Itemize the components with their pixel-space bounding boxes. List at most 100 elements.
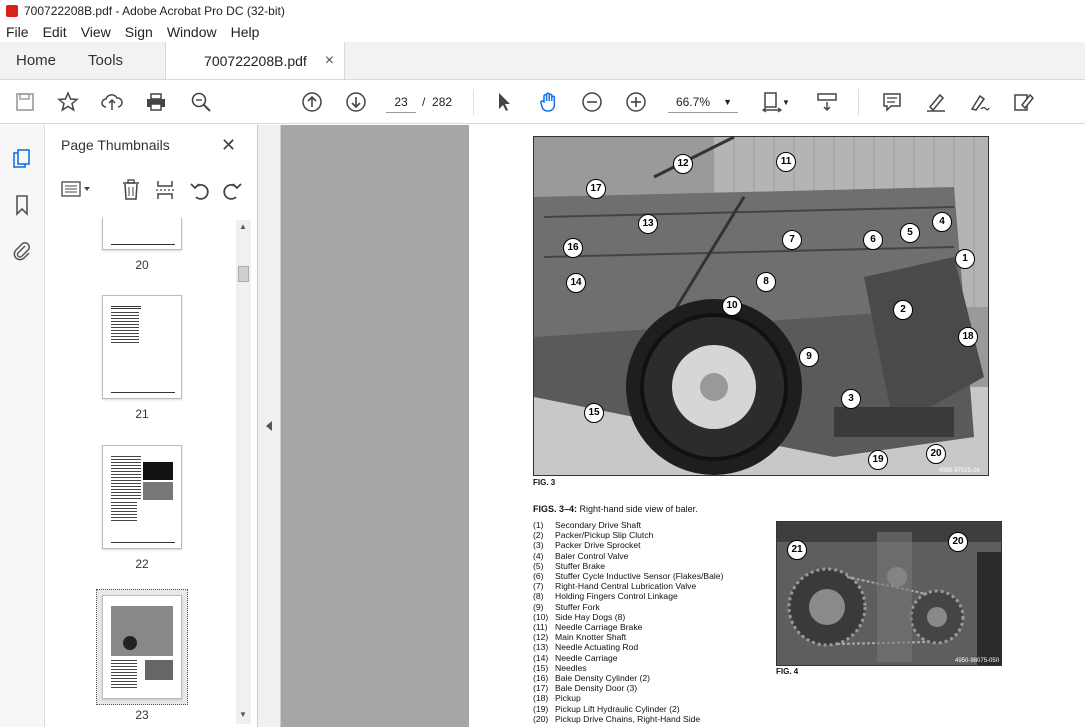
page-thumbnail-23[interactable]: [102, 595, 182, 699]
toolbar-divider: [473, 89, 474, 115]
scroll-up-icon[interactable]: ▲: [239, 222, 247, 231]
callout-11: 11: [776, 152, 796, 172]
tab-home[interactable]: Home: [0, 42, 72, 79]
tab-close-button[interactable]: ×: [325, 52, 334, 70]
figure-4-label: FIG. 4: [776, 667, 799, 676]
callout-9: 9: [799, 347, 819, 367]
tab-bar: Home Tools 700722208B.pdf ×: [0, 42, 1085, 80]
page-thumbnail-22[interactable]: [102, 445, 182, 549]
legend-number: (12): [533, 632, 549, 643]
menu-file[interactable]: File: [6, 24, 29, 40]
callout-18: 18: [958, 327, 978, 347]
scroll-mode-icon[interactable]: [815, 90, 839, 114]
thumbnail-label: 22: [135, 557, 149, 571]
sign-pen-icon[interactable]: [967, 90, 991, 114]
window-title: 700722208B.pdf - Adobe Acrobat Pro DC (3…: [24, 4, 285, 18]
highlight-pen-icon[interactable]: [924, 90, 948, 114]
callout-12: 12: [673, 154, 693, 174]
close-panel-button[interactable]: ✕: [221, 135, 236, 156]
legend-number: (15): [533, 662, 549, 673]
select-cursor-icon[interactable]: [492, 90, 516, 114]
legend-row: (8) Holding Fingers Control Linkage: [533, 591, 723, 601]
legend-text: Secondary Drive Shaft: [555, 520, 641, 530]
thumbnails-scrollbar[interactable]: ▲ ▼: [236, 220, 251, 724]
page-total: / 282: [422, 91, 452, 113]
legend-row: (3) Packer Drive Sprocket: [533, 540, 723, 550]
menu-edit[interactable]: Edit: [43, 24, 67, 40]
scrollbar-thumb[interactable]: [238, 266, 249, 282]
legend-number: (19): [533, 703, 549, 714]
drive-chain-photo-image: [777, 522, 1001, 665]
fit-page-dropdown-icon[interactable]: ▼: [780, 90, 792, 114]
tab-document-label: 700722208B.pdf: [204, 52, 307, 69]
caption-text: Right-hand side view of baler.: [577, 504, 698, 514]
toolbar-divider: [858, 89, 859, 115]
bookmarks-icon[interactable]: [10, 193, 34, 217]
bookmark-star-icon[interactable]: [56, 90, 80, 114]
legend-row: (12) Main Knotter Shaft: [533, 632, 723, 642]
legend-text: Holding Fingers Control Linkage: [555, 591, 678, 602]
print-icon[interactable]: [144, 90, 168, 114]
zoom-in-icon[interactable]: [624, 90, 648, 114]
legend-row: (18) Pickup: [533, 693, 723, 703]
rotate-left-icon[interactable]: [189, 179, 211, 204]
previous-page-icon[interactable]: [300, 90, 324, 114]
document-viewport[interactable]: 12 11 17 13 4 5 6 7 16 1 14 8 10 2 18 9 …: [281, 125, 1085, 727]
legend-text: Stuffer Cycle Inductive Sensor (Flakes/B…: [555, 571, 724, 582]
legend-number: (11): [533, 622, 548, 633]
menu-help[interactable]: Help: [231, 24, 260, 40]
page-thumbnail-20[interactable]: [102, 218, 182, 250]
legend-row: (19) Pickup Lift Hydraulic Cylinder (2): [533, 704, 723, 714]
page-separator: /: [422, 95, 426, 109]
collapse-arrow-icon[interactable]: [266, 421, 272, 431]
legend-row: (10) Side Hay Dogs (8): [533, 612, 723, 622]
tab-tools[interactable]: Tools: [72, 42, 139, 79]
page-thumbnail-21[interactable]: [102, 295, 182, 399]
next-page-icon[interactable]: [344, 90, 368, 114]
legend-text: Pickup Lift Hydraulic Cylinder (2): [555, 703, 680, 714]
thumbnail-label: 21: [135, 407, 149, 421]
callout-16: 16: [563, 238, 583, 258]
callout-4: 4: [932, 212, 952, 232]
page-number-input[interactable]: 23: [386, 91, 416, 113]
legend-number: (7): [533, 581, 544, 592]
hand-tool-icon[interactable]: [537, 90, 561, 114]
legend-text: Needle Carriage Brake: [555, 622, 643, 633]
delete-page-icon[interactable]: [121, 179, 141, 204]
search-zoom-icon[interactable]: [189, 90, 213, 114]
callout-20-fig4: 20: [948, 532, 968, 552]
zoom-out-icon[interactable]: [580, 90, 604, 114]
legend-text: Needles: [555, 662, 587, 673]
zoom-level-select[interactable]: 66.7% ▼: [668, 91, 738, 113]
legend-number: (6): [533, 571, 544, 582]
menu-view[interactable]: View: [81, 24, 111, 40]
zoom-level-value: 66.7%: [676, 95, 711, 109]
scroll-down-icon[interactable]: ▼: [239, 710, 247, 719]
save-icon[interactable]: [13, 90, 37, 114]
panel-collapse-strip[interactable]: [258, 125, 281, 727]
legend-text: Side Hay Dogs (8): [555, 611, 626, 622]
comment-icon[interactable]: [880, 90, 904, 114]
menu-window[interactable]: Window: [167, 24, 217, 40]
legend-number: (8): [533, 591, 544, 602]
rotate-right-icon[interactable]: [221, 179, 243, 204]
legend-number: (18): [533, 693, 549, 704]
parts-legend: (1) Secondary Drive Shaft (2) Packer/Pickup…: [533, 520, 723, 724]
thumbnail-options-icon[interactable]: [61, 181, 93, 200]
upload-cloud-icon[interactable]: [100, 90, 124, 114]
tab-document[interactable]: 700722208B.pdf ×: [165, 42, 346, 79]
pdf-page: 12 11 17 13 4 5 6 7 16 1 14 8 10 2 18 9 …: [469, 125, 1085, 727]
edit-pdf-icon[interactable]: [1011, 90, 1035, 114]
legend-number: (13): [533, 642, 549, 653]
legend-text: Main Knotter Shaft: [555, 632, 627, 643]
menu-bar: File Edit View Sign Window Help: [0, 22, 1085, 42]
callout-19: 19: [868, 450, 888, 470]
attachments-icon[interactable]: [10, 239, 34, 263]
acrobat-logo-icon: [6, 5, 18, 17]
panel-title: Page Thumbnails: [61, 137, 170, 153]
menu-sign[interactable]: Sign: [125, 24, 153, 40]
extract-page-icon[interactable]: [155, 179, 175, 204]
callout-6: 6: [863, 230, 883, 250]
figure-4-code: 4950-98075-050: [955, 658, 1000, 664]
page-thumbnails-icon[interactable]: [10, 147, 34, 171]
